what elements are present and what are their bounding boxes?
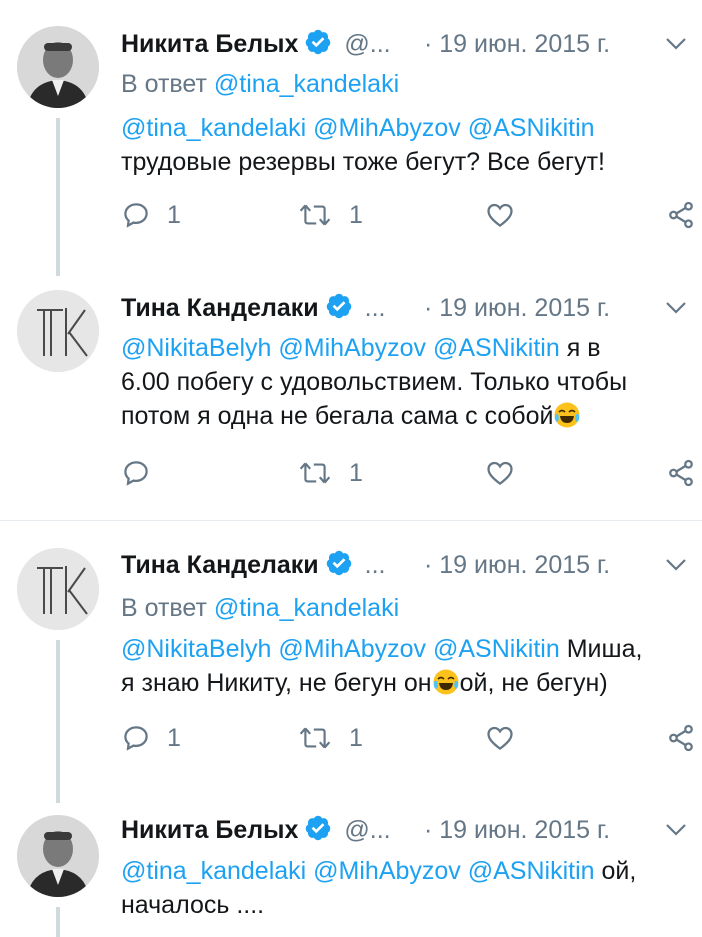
tweet-body-line1: Миша,	[566, 635, 643, 663]
mentions[interactable]: @tina_kandelaki @MihAbyzov @ASNikitin	[121, 857, 595, 885]
tweet-body-line2: 6.00 побегу с удовольствием. Только чтоб…	[121, 368, 628, 396]
thread-line	[56, 118, 60, 276]
share-icon	[669, 201, 693, 229]
author-name[interactable]: Тина Канделаки	[121, 551, 319, 579]
share-button[interactable]	[666, 720, 696, 756]
like-button[interactable]	[484, 197, 516, 233]
author-name[interactable]: Тина Канделаки	[121, 294, 319, 322]
chevron-down-icon[interactable]	[665, 299, 687, 317]
verified-icon	[306, 815, 331, 841]
tweet[interactable]: Тина Канделаки... · 19 июн. 2015 г. В от…	[0, 521, 702, 803]
reply-button[interactable]: 1	[121, 197, 181, 233]
author-handle[interactable]: @...	[344, 816, 390, 844]
retweet-icon	[299, 462, 331, 484]
author-handle[interactable]: ...	[365, 551, 386, 579]
tears-of-joy-emoji	[433, 669, 459, 695]
tweet-body-line1: ой,	[601, 857, 637, 885]
mentions[interactable]: @tina_kandelaki @MihAbyzov @ASNikitin	[121, 114, 595, 142]
tweet-body: трудовые резервы тоже бегут? Все бегут!	[121, 148, 605, 176]
tweet-date[interactable]: · 19 июн. 2015 г.	[424, 288, 610, 328]
like-button[interactable]	[484, 455, 516, 491]
tweet-actions: 1	[121, 455, 696, 491]
avatar-nikita-belyh[interactable]	[17, 815, 99, 897]
tweet-body-line1: я в	[566, 334, 601, 362]
retweet-button[interactable]: 1	[297, 455, 363, 491]
tweet-text: @tina_kandelaki @MihAbyzov @ASNikitin тр…	[121, 111, 696, 179]
reply-button[interactable]	[121, 455, 167, 491]
like-icon	[487, 726, 513, 751]
reply-count: 1	[167, 200, 181, 229]
tweet-actions: 1 1	[121, 197, 696, 233]
reply-to-label: В ответ	[121, 70, 207, 98]
author-name[interactable]: Никита Белых	[121, 30, 298, 58]
tweet[interactable]: Никита Белых @... · 19 июн. 2015 г. В отв…	[0, 0, 702, 276]
share-button[interactable]	[666, 455, 696, 491]
verified-icon	[306, 29, 331, 55]
avatar-tina-kandelaki[interactable]	[17, 548, 99, 630]
tweet-date[interactable]: · 19 июн. 2015 г.	[424, 24, 610, 64]
tweet-header: Никита Белых @... · 19 июн. 2015 г.	[121, 24, 691, 64]
reply-count: 1	[167, 723, 181, 752]
avatar-tina-kandelaki[interactable]	[17, 290, 99, 372]
tweet-date[interactable]: · 19 июн. 2015 г.	[424, 545, 610, 585]
author-handle[interactable]: ...	[365, 294, 386, 322]
reply-to-handle[interactable]: @tina_kandelaki	[214, 594, 399, 622]
reply-to: В ответ @tina_kandelaki	[121, 67, 399, 101]
like-button[interactable]	[484, 720, 516, 756]
avatar-nikita-belyh[interactable]	[17, 26, 99, 108]
author-name[interactable]: Никита Белых	[121, 816, 298, 844]
tweet-body-line2a: я знаю Никиту, не бегун он	[121, 669, 432, 697]
tweet-header: Тина Канделаки... · 19 июн. 2015 г.	[121, 288, 691, 328]
tweet-body-line2b: ой, не бегун)	[459, 669, 608, 697]
reply-to-handle[interactable]: @tina_kandelaki	[214, 70, 399, 98]
reply-icon	[124, 461, 148, 486]
chevron-down-icon[interactable]	[665, 556, 687, 574]
tweet-body-line2: началось ....	[121, 891, 265, 919]
share-icon	[669, 459, 693, 487]
share-button[interactable]	[666, 197, 696, 233]
verified-icon	[326, 550, 351, 576]
like-icon	[487, 461, 513, 486]
thread-line	[56, 907, 60, 937]
tweet[interactable]: Никита Белых @... · 19 июн. 2015 г. @tina…	[0, 803, 702, 937]
like-icon	[487, 203, 513, 228]
tweet-text: @NikitaBelyh @MihAbyzov @ASNikitin я в 6…	[121, 331, 696, 433]
retweet-button[interactable]: 1	[297, 720, 363, 756]
tweet-date[interactable]: · 19 июн. 2015 г.	[424, 810, 610, 850]
reply-icon	[124, 203, 148, 228]
tweet-header: Никита Белых @... · 19 июн. 2015 г.	[121, 810, 691, 850]
retweet-count: 1	[349, 200, 363, 229]
verified-icon	[326, 293, 351, 319]
thread-line	[56, 640, 60, 803]
tweet[interactable]: Тина Канделаки... · 19 июн. 2015 г. @Nik…	[0, 276, 702, 520]
mentions[interactable]: @NikitaBelyh @MihAbyzov @ASNikitin	[121, 334, 560, 362]
mentions[interactable]: @NikitaBelyh @MihAbyzov @ASNikitin	[121, 635, 560, 663]
chevron-down-icon[interactable]	[665, 35, 687, 53]
retweet-count: 1	[349, 458, 363, 487]
reply-to-label: В ответ	[121, 594, 207, 622]
tweet-text: @tina_kandelaki @MihAbyzov @ASNikitin ой…	[121, 854, 696, 922]
tweet-actions: 1 1	[121, 720, 696, 756]
retweet-button[interactable]: 1	[297, 197, 363, 233]
tears-of-joy-emoji	[554, 402, 580, 428]
tweet-body-line3: потом я одна не бегала сама с собой	[121, 402, 554, 430]
reply-to: В ответ @tina_kandelaki	[121, 591, 399, 625]
retweet-count: 1	[349, 723, 363, 752]
author-handle[interactable]: @...	[344, 30, 390, 58]
share-icon	[669, 724, 693, 752]
retweet-icon	[299, 204, 331, 226]
chevron-down-icon[interactable]	[665, 821, 687, 839]
tweet-text: @NikitaBelyh @MihAbyzov @ASNikitin Миша,…	[121, 632, 696, 700]
reply-icon	[124, 726, 148, 751]
tweet-header: Тина Канделаки... · 19 июн. 2015 г.	[121, 545, 691, 585]
reply-button[interactable]: 1	[121, 720, 181, 756]
retweet-icon	[299, 727, 331, 749]
